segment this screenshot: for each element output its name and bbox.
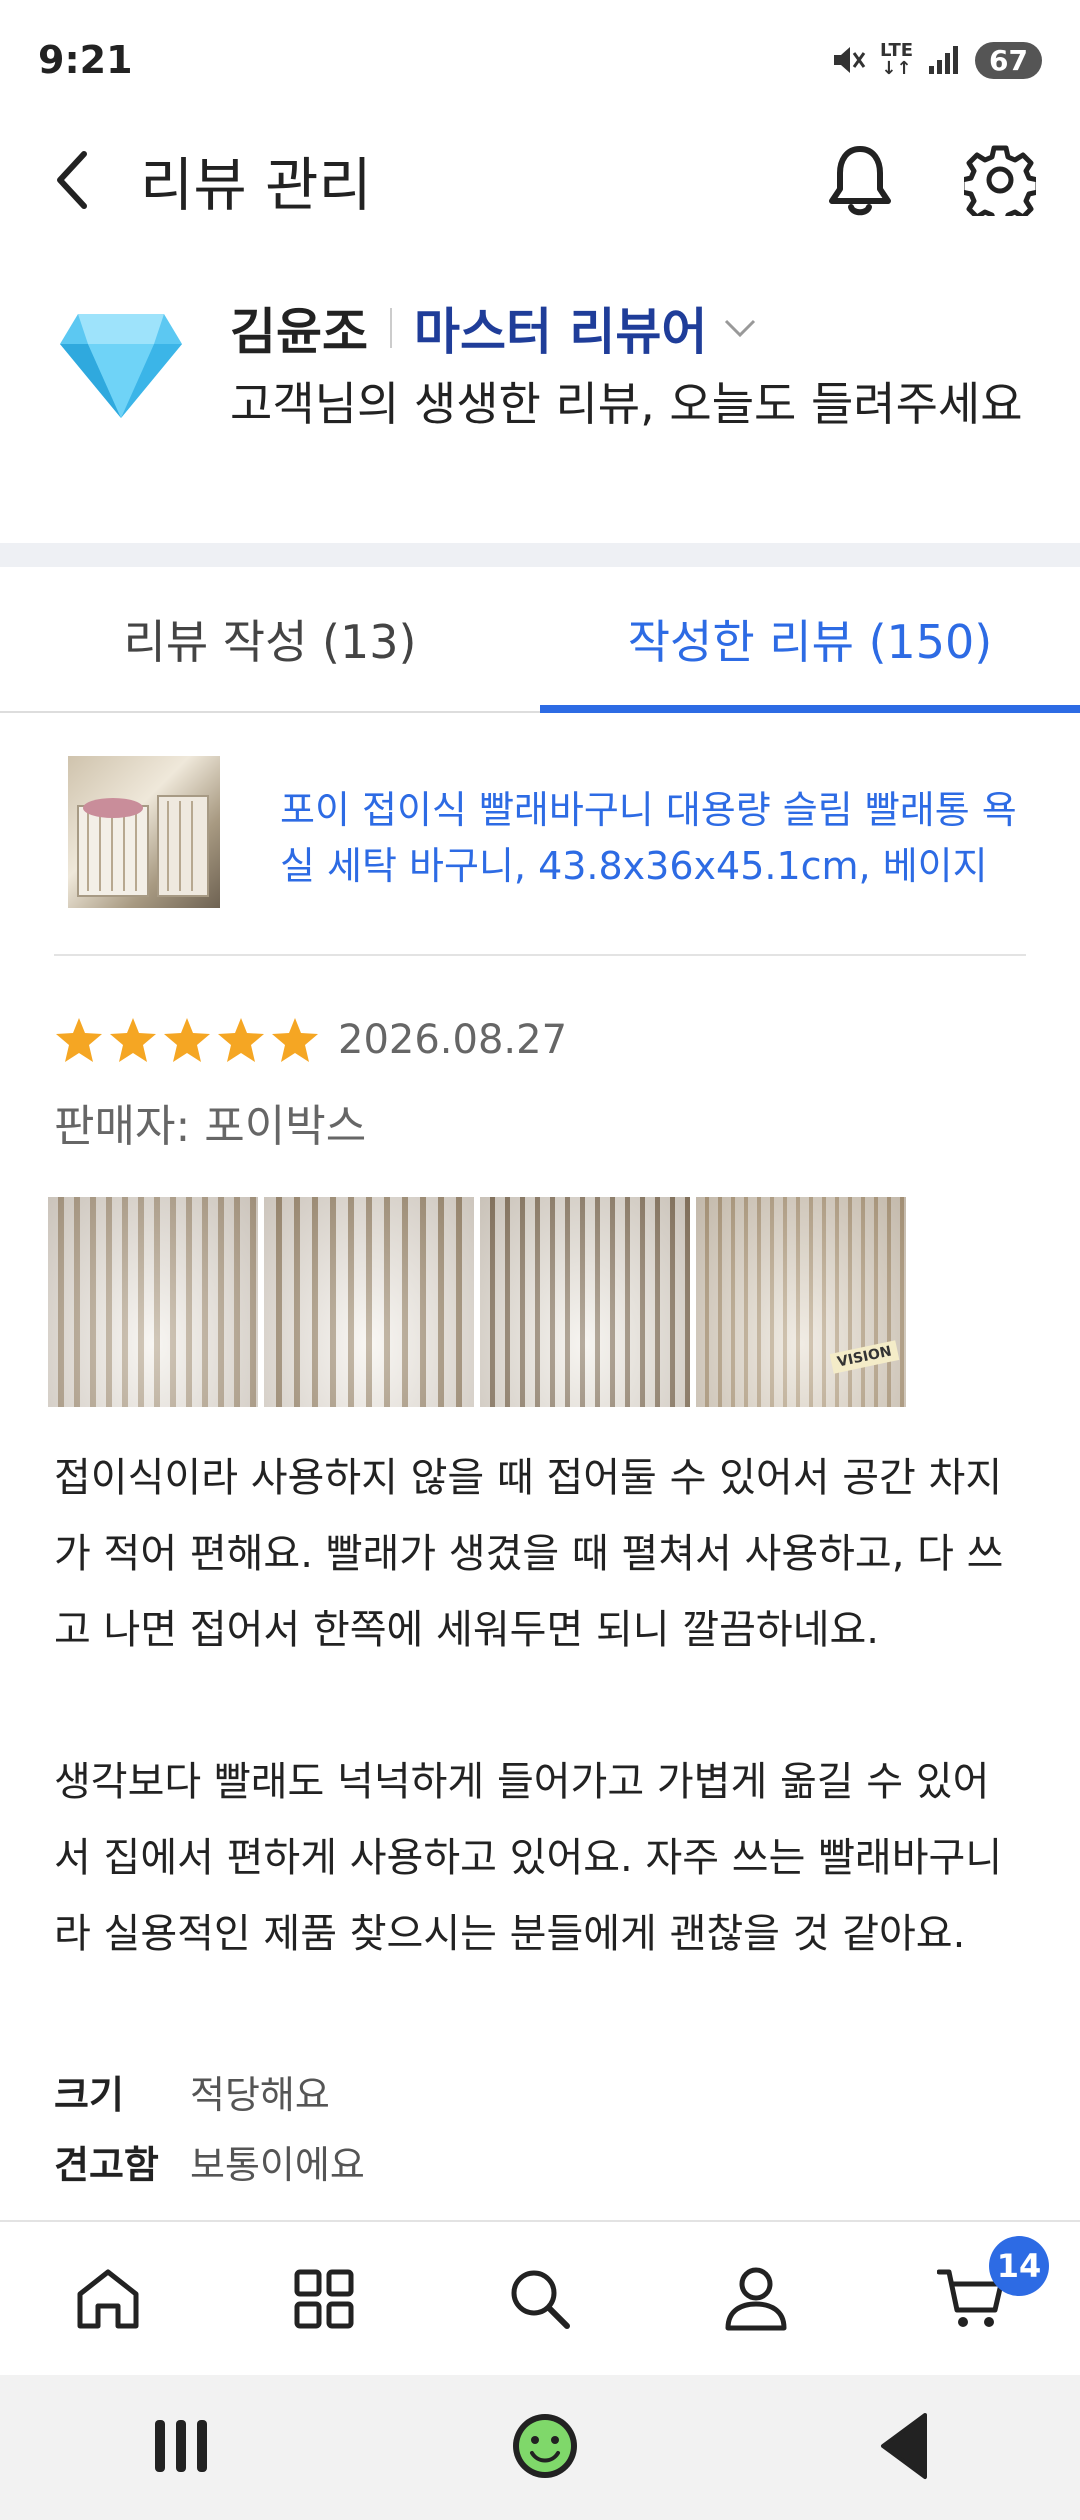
recent-apps-button[interactable] [149,2414,213,2482]
attribute-row: 견고함 보통이에요 [54,2130,1026,2200]
bell-icon [829,146,891,216]
reviewer-grade: 마스터 리뷰어 [414,303,708,361]
back-triangle-icon [881,2412,928,2479]
settings-button[interactable] [960,140,1040,220]
cart-count-badge: 14 [989,2235,1049,2296]
nav-search[interactable] [495,2254,585,2344]
search-icon [511,2270,570,2329]
laundry-basket-image [77,795,209,897]
network-type: LTE ↓↑ [879,40,914,79]
star-icon [164,1018,210,1062]
status-bar: 9:21 LTE ↓↑ 67 [0,0,1080,120]
gear-icon [964,145,1036,216]
name-separator [390,308,392,348]
attribute-value: 보통이에요 [190,2143,365,2187]
profile-section: 김윤조 마스터 리뷰어 고객님의 생생한 리뷰, 오늘도 들려주세요 [0,280,1080,530]
section-divider [0,543,1080,567]
page-title: 리뷰 관리 [140,151,372,219]
product-thumbnail[interactable] [68,756,220,908]
attribute-row: 크기 적당해요 [54,2060,1026,2130]
greeting-text: 고객님의 생생한 리뷰, 오늘도 들려주세요 [230,377,1023,431]
home-icon [77,2269,139,2328]
nav-my-page[interactable] [711,2254,801,2344]
person-icon [725,2267,787,2330]
signal-icon [929,46,959,74]
attribute-key: 견고함 [54,2143,159,2187]
mute-icon [833,47,866,73]
review-attributes: 크기 적당해요 견고함 보통이에요 [54,2060,1026,2200]
smiley-icon [512,2413,577,2478]
nav-category[interactable] [279,2254,369,2344]
seller-name: 판매자: 포이박스 [54,1101,367,1152]
review-photo[interactable] [480,1197,690,1407]
system-navigation-bar [0,2375,1080,2520]
tab-write-review[interactable]: 리뷰 작성 (13) [0,567,540,711]
recent-apps-icon [154,2419,207,2472]
battery-indicator: 67 [975,41,1042,79]
notification-button[interactable] [820,140,900,220]
grid-icon [294,2269,354,2328]
diamond-grade-icon [60,314,182,418]
nav-cart[interactable]: 14 [927,2235,1049,2344]
bottom-navigation: 14 [0,2220,1080,2375]
tab-written-reviews[interactable]: 작성한 리뷰 (150) [540,567,1080,713]
product-name-link[interactable]: 포이 접이식 빨래바구니 대용량 슬림 빨래통 욕실 세탁 바구니, 43.8x… [280,782,1026,894]
back-arrow-icon [57,151,87,209]
product-divider [54,954,1026,956]
star-icon [218,1018,264,1062]
review-date: 2026.08.27 [338,1017,568,1063]
review-paragraph: 접이식이라 사용하지 않을 때 접어둘 수 있어서 공간 차지가 적어 편해요.… [54,1455,1004,1653]
review-photo[interactable] [48,1197,258,1407]
review-photo[interactable] [264,1197,474,1407]
home-assistant-button[interactable] [510,2411,580,2485]
nav-home[interactable] [63,2254,153,2344]
review-content: 접이식이라 사용하지 않을 때 접어둘 수 있어서 공간 차지가 적어 편해요.… [54,1440,1026,2048]
status-icons: LTE ↓↑ 67 [830,40,1042,79]
chevron-down-icon[interactable] [723,317,757,339]
star-rating [54,1016,320,1064]
profile-text: 김윤조 마스터 리뷰어 고객님의 생생한 리뷰, 오늘도 들려주세요 [230,292,1050,436]
app-header: 리뷰 관리 [0,120,1080,240]
review-photos: VISION [48,1197,906,1407]
profile-name-row[interactable]: 김윤조 마스터 리뷰어 [230,292,1050,364]
status-time: 9:21 [38,38,133,82]
star-icon [56,1018,102,1062]
review-paragraph: 생각보다 빨래도 넉넉하게 들어가고 가볍게 옮길 수 있어서 집에서 편하게 … [54,1759,1003,1957]
review-photo[interactable]: VISION [696,1197,906,1407]
star-icon [110,1018,156,1062]
system-back-button[interactable] [877,2411,931,2485]
product-row[interactable]: 포이 접이식 빨래바구니 대용량 슬림 빨래통 욕실 세탁 바구니, 43.8x… [54,756,1026,956]
attribute-key: 크기 [54,2073,124,2117]
attribute-value: 적당해요 [190,2073,330,2117]
star-icon [272,1018,318,1062]
review-meta: 2026.08.27 [54,1016,567,1064]
back-button[interactable] [40,148,104,212]
user-name: 김윤조 [230,303,368,361]
review-tabs: 리뷰 작성 (13) 작성한 리뷰 (150) [0,567,1080,713]
